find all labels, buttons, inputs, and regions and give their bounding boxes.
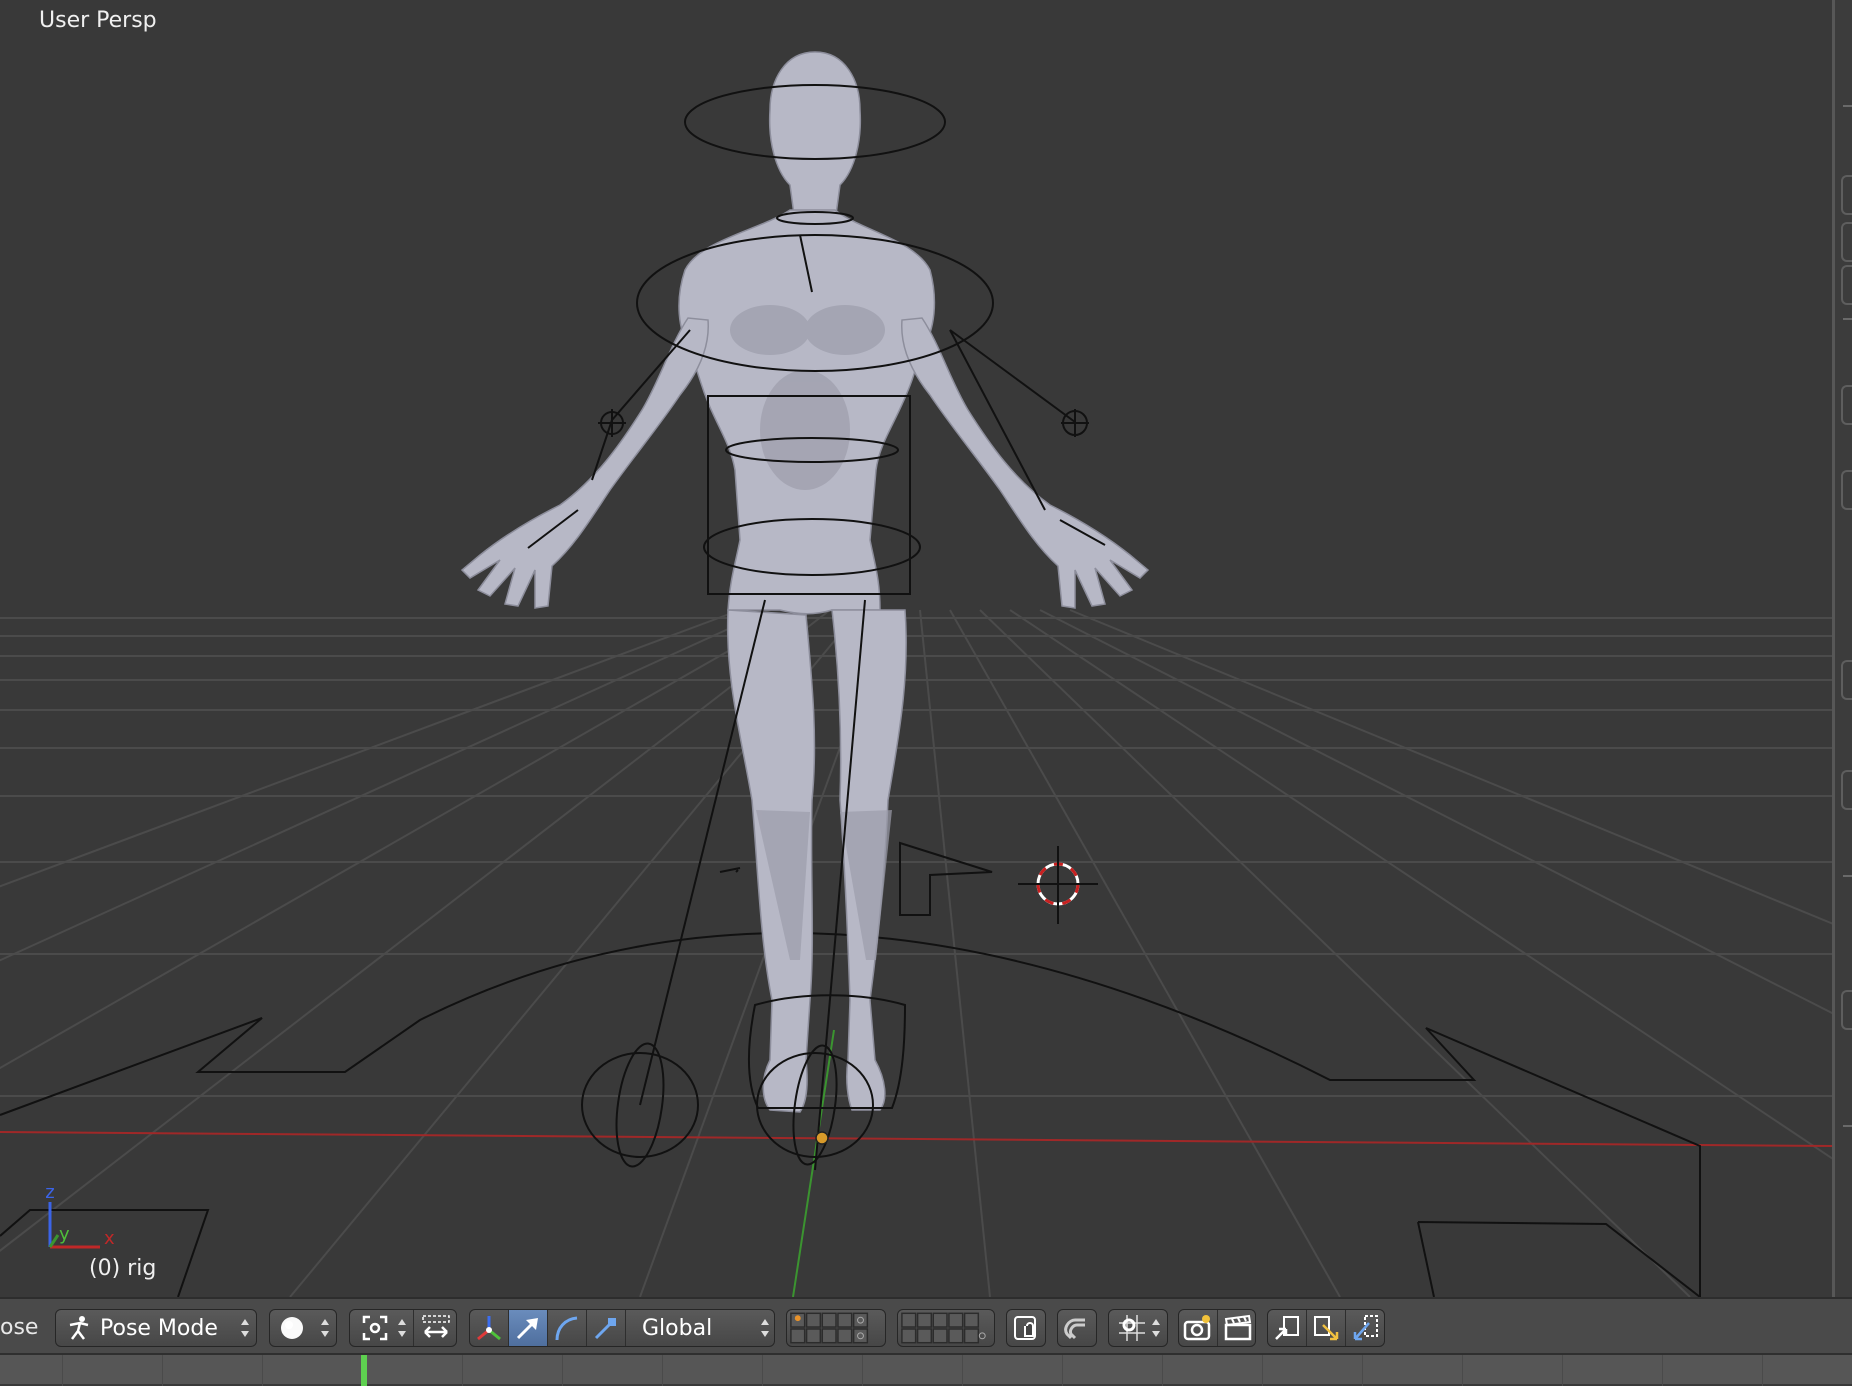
timeline-tick xyxy=(1362,1355,1363,1386)
lock-camera-icon xyxy=(1013,1314,1039,1342)
lock-camera-button[interactable] xyxy=(1006,1309,1046,1347)
updown-arrows-icon xyxy=(1152,1319,1160,1337)
snap-toggle[interactable] xyxy=(1057,1309,1097,1347)
render-group xyxy=(1178,1309,1256,1347)
manipulator-toggle[interactable] xyxy=(470,1310,509,1346)
layer-buttons-a[interactable] xyxy=(786,1309,886,1347)
paste-flipped-pose-button[interactable] xyxy=(1346,1310,1386,1346)
3d-cursor-icon[interactable] xyxy=(1018,846,1098,924)
shelf-tab[interactable] xyxy=(1841,990,1852,1030)
pivot-point-select[interactable] xyxy=(350,1310,414,1346)
snap-magnet-icon xyxy=(1063,1314,1091,1342)
timeline-playhead[interactable] xyxy=(361,1355,367,1386)
object-origin xyxy=(815,1131,829,1145)
shelf-tab[interactable] xyxy=(1841,265,1852,305)
translate-arrow-icon xyxy=(514,1314,542,1342)
timeline-tick xyxy=(1562,1355,1563,1386)
copy-pose-button[interactable] xyxy=(1268,1310,1307,1346)
timeline-tick xyxy=(1262,1355,1263,1386)
x-axis-line xyxy=(0,1131,1832,1147)
paste-flipped-icon xyxy=(1351,1313,1381,1343)
updown-arrows-icon xyxy=(398,1319,406,1337)
rotate-manipulator-toggle[interactable] xyxy=(548,1310,587,1346)
axis-gizmo: z y x xyxy=(45,1182,115,1249)
scale-manipulator-toggle[interactable] xyxy=(587,1310,626,1346)
transform-orientation-select[interactable]: Global xyxy=(626,1310,776,1346)
shelf-tab[interactable] xyxy=(1841,660,1852,700)
gizmo-x-label: x xyxy=(104,1228,115,1249)
updown-arrows-icon xyxy=(761,1319,769,1337)
timeline-tick xyxy=(1162,1355,1163,1386)
view-perspective-label: User Persp xyxy=(39,8,157,33)
shelf-tab[interactable] xyxy=(1841,470,1852,510)
paste-pose-button[interactable] xyxy=(1307,1310,1346,1346)
updown-arrows-icon xyxy=(241,1319,249,1337)
rotate-arc-icon xyxy=(553,1314,581,1342)
strip-divider xyxy=(1843,1125,1852,1127)
timeline-tick xyxy=(662,1355,663,1386)
pivot-icon xyxy=(361,1314,389,1342)
shelf-tab[interactable] xyxy=(1841,222,1852,262)
render-opengl-image-button[interactable] xyxy=(1179,1310,1218,1346)
shelf-tab[interactable] xyxy=(1841,770,1852,810)
floor-control-right xyxy=(1417,1221,1701,1297)
3d-viewport[interactable]: z y x User Persp (0) rig xyxy=(0,0,1832,1297)
timeline-strip[interactable] xyxy=(0,1353,1852,1386)
translate-manipulator-toggle[interactable] xyxy=(509,1310,548,1346)
render-camera-icon xyxy=(1183,1314,1213,1342)
render-opengl-animation-button[interactable] xyxy=(1218,1310,1257,1346)
elbow-target-right xyxy=(1061,409,1089,437)
strip-divider xyxy=(1843,875,1852,877)
shading-sphere-icon xyxy=(279,1315,305,1341)
timeline-tick xyxy=(1462,1355,1463,1386)
pivot-align-toggle[interactable] xyxy=(414,1310,457,1346)
timeline-tick xyxy=(262,1355,263,1386)
timeline-tick xyxy=(1062,1355,1063,1386)
menu-partial-label[interactable]: ose xyxy=(0,1309,38,1347)
timeline-tick xyxy=(862,1355,863,1386)
timeline-tick xyxy=(462,1355,463,1386)
align-arrows-icon xyxy=(421,1314,451,1342)
floor-grid xyxy=(0,609,1832,1297)
paste-pose-icon xyxy=(1311,1313,1341,1343)
pose-copy-paste-group xyxy=(1267,1309,1385,1347)
snap-target-icon xyxy=(1117,1313,1147,1343)
updown-arrows-icon xyxy=(321,1319,329,1337)
viewport-shading-select[interactable] xyxy=(269,1309,337,1347)
shelf-tab[interactable] xyxy=(1841,385,1852,425)
timeline-tick xyxy=(962,1355,963,1386)
viewport-header: ose Pose Mode Global xyxy=(0,1297,1852,1353)
tool-shelf-edge[interactable] xyxy=(1832,0,1852,1297)
strip-divider xyxy=(1843,105,1852,107)
timeline-tick xyxy=(162,1355,163,1386)
mode-select[interactable]: Pose Mode xyxy=(55,1309,257,1347)
elbow-target-left xyxy=(598,409,626,437)
scene-canvas[interactable]: z y x xyxy=(0,0,1832,1297)
mode-select-label: Pose Mode xyxy=(100,1315,218,1341)
pivot-point-group xyxy=(349,1309,457,1347)
timeline-tick xyxy=(1662,1355,1663,1386)
strip-divider xyxy=(1843,318,1852,320)
transform-orientation-label: Global xyxy=(642,1315,713,1341)
shelf-tab[interactable] xyxy=(1841,175,1852,215)
timeline-tick xyxy=(562,1355,563,1386)
snap-element-select[interactable] xyxy=(1108,1309,1168,1347)
copy-pose-icon xyxy=(1272,1313,1302,1343)
layer-grid[interactable] xyxy=(787,1310,885,1346)
gizmo-z-label: z xyxy=(45,1182,54,1203)
active-object-label: (0) rig xyxy=(89,1256,157,1281)
manipulator-icon xyxy=(474,1313,504,1343)
timeline-tick xyxy=(762,1355,763,1386)
layer-grid[interactable] xyxy=(898,1310,994,1346)
pose-mode-icon xyxy=(66,1315,92,1341)
gizmo-y-label: y xyxy=(59,1224,70,1245)
timeline-tick xyxy=(1762,1355,1763,1386)
manipulator-group: Global xyxy=(469,1309,775,1347)
floor-control-left xyxy=(0,1209,210,1297)
scale-icon xyxy=(592,1314,620,1342)
clapboard-icon xyxy=(1223,1314,1253,1342)
timeline-tick xyxy=(62,1355,63,1386)
layer-buttons-b[interactable] xyxy=(897,1309,995,1347)
